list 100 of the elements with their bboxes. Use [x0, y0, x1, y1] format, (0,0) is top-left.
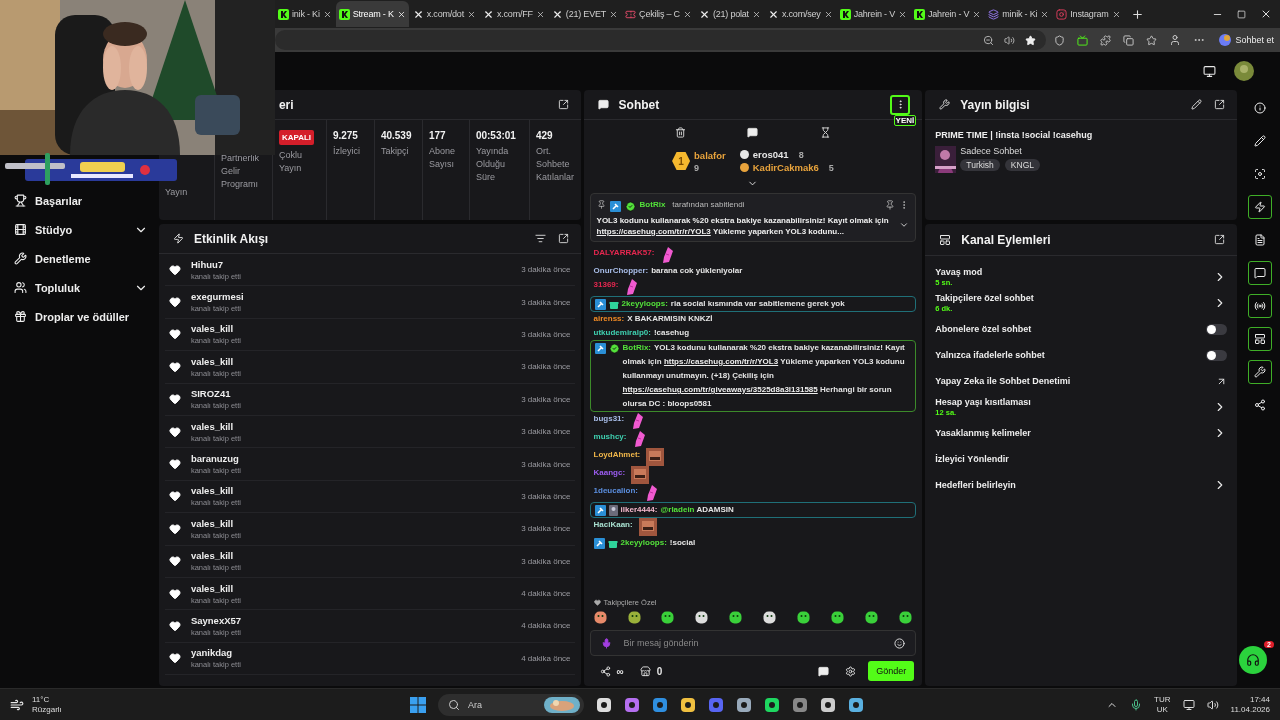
chat-message: 1deucalion:: [593, 484, 639, 497]
leader-count: 8: [798, 149, 804, 160]
stream-title: PRIME TIME | !insta !social !casehug: [935, 130, 1094, 140]
chat-link[interactable]: https://casehug.com/tr/giveaways/3525d8a3l131585: [622, 384, 818, 394]
follower-name: vales_kill: [190, 582, 235, 594]
rank-badge: 1: [672, 152, 691, 170]
points-value: ∞: [616, 665, 624, 677]
send-button[interactable]: Gönder: [868, 661, 915, 681]
leader-name: eros041: [752, 149, 789, 160]
status-badge: KAPALI: [278, 130, 315, 145]
chat-message: Kaangc:: [593, 466, 627, 479]
event-time: 3 dakika önce: [521, 491, 571, 501]
follower-name: SaynexX57: [190, 615, 243, 626]
panel-title: Etkinlik Akışı: [193, 231, 269, 246]
browser-tab[interactable]: inik - Ki: [275, 1, 335, 27]
event-time: 4 dakika önce: [521, 589, 571, 599]
panel-title: Sohbet: [618, 97, 660, 112]
channel-action[interactable]: İzleyici Yönlendir: [935, 446, 1228, 472]
chat-link[interactable]: https://casehug.com/tr/r/YOL3: [663, 356, 779, 366]
browser-tab[interactable]: x.com/FF: [479, 1, 548, 27]
browser-tab[interactable]: (21) polat: [695, 1, 764, 27]
new-badge: YENİ: [893, 115, 917, 126]
follower-name: baranuzug: [190, 453, 240, 465]
channel-action[interactable]: Yalnızca ifadelerle sohbet: [935, 342, 1228, 368]
chat-message: 31369:: [593, 278, 620, 291]
keyboard-layout[interactable]: UK: [1156, 704, 1168, 715]
follower-name: vales_kill: [190, 485, 235, 497]
follower-name: yanikdag: [190, 647, 234, 659]
username[interactable]: BotRix: [639, 200, 666, 210]
event-time: 3 dakika önce: [521, 427, 571, 437]
browser-tab[interactable]: Stream - K: [335, 1, 409, 27]
chat-message: 2keyyloops: ria social kısmında var sabitlemene gerek yok: [621, 297, 846, 310]
panel-title: eri: [278, 97, 294, 112]
channel-action[interactable]: Yapay Zeka ile Sohbet Denetimi: [935, 368, 1228, 394]
language[interactable]: TUR: [1154, 694, 1171, 705]
channel-action[interactable]: Yasaklanmış kelimeler: [935, 420, 1228, 446]
message-input[interactable]: Bir mesaj gönderin: [621, 637, 885, 649]
follower-name: SIROZ41: [190, 388, 232, 400]
stat-value: 40.539: [380, 130, 413, 141]
chat-message: utkudemiralp0: !casehug: [593, 326, 690, 339]
leader-count: 9: [694, 162, 701, 173]
browser-tab[interactable]: x.com/dot: [409, 1, 479, 27]
event-time: 3 dakika önce: [521, 524, 571, 534]
sidebar-item[interactable]: Başarılar: [14, 186, 148, 215]
browser-tab[interactable]: x.com/sey: [764, 1, 836, 27]
stat-value: 00:53:01: [475, 130, 517, 141]
chat-message: mushcy:: [593, 430, 628, 443]
follower-name: vales_kill: [190, 420, 235, 432]
chat-link[interactable]: https://casehug.com/tr/r/YOL3: [596, 226, 711, 236]
browser-tab[interactable]: minik - Ki: [985, 1, 1053, 27]
temperature: 11°C: [32, 694, 50, 705]
stat-label: İzleyici: [332, 145, 361, 158]
chat-message: LoydAhmet:: [593, 448, 642, 461]
copilot-button[interactable]: Sohbet et: [1213, 34, 1280, 46]
message-field[interactable]: Bir mesaj gönderin: [589, 630, 917, 656]
follower-name: vales_kill: [190, 355, 235, 367]
event-time: 4 dakika önce: [521, 621, 571, 631]
tag[interactable]: Turkish: [960, 159, 1000, 171]
leader-count: 5: [828, 162, 834, 173]
stat-value: 177: [428, 130, 447, 141]
clock-date[interactable]: 11.04.2026: [1230, 704, 1270, 715]
browser-tab[interactable]: (21) EVET: [548, 1, 622, 27]
pinned-text: YOL3 kodunu kullanarak %20 ekstra bakiye kazanabilirsiniz! Kayıt olmak için https://casehug.com/tr/r/YOL3 Yükleme yaparken YOL3 kodunu...: [596, 214, 890, 237]
event-time: 4 dakika önce: [521, 653, 571, 663]
sidebar-item[interactable]: Topluluk: [14, 273, 148, 302]
chat-message: DALYARRAK57:: [593, 246, 656, 259]
browser-tab[interactable]: Jahrein - V: [910, 1, 985, 27]
chat-message: HaciKaan:: [593, 518, 634, 531]
sidebar-item[interactable]: Denetleme: [14, 244, 148, 273]
leader-name: KadirCakmak6: [752, 162, 819, 173]
channel-action[interactable]: Abonelere özel sohbet: [935, 316, 1228, 342]
browser-tab[interactable]: Instagram: [1053, 1, 1124, 27]
stat-value: 429: [535, 130, 554, 141]
chat-message: airenss: X BAKARMISIN KNKZİ: [593, 312, 714, 325]
event-time: 3 dakika önce: [521, 329, 571, 339]
leader-name: balafor: [694, 149, 726, 161]
panel-title: Kanal Eylemleri: [961, 232, 1051, 247]
event-time: 3 dakika önce: [521, 362, 571, 372]
stat-label: Abone Sayısı: [428, 145, 456, 172]
chat-message: ilker4444: @rladein ADAMSIN: [620, 503, 735, 516]
search-field[interactable]: Ara: [438, 693, 584, 716]
stat-label: Partnerlik Gelir Programı: [220, 152, 260, 192]
event-time: 3 dakika önce: [521, 265, 571, 275]
sidebar-item[interactable]: Droplar ve ödüller: [14, 302, 148, 331]
category-name: Sadece Sohbet: [960, 146, 1023, 156]
clock-time[interactable]: 17:44: [1249, 694, 1270, 705]
chat-message: bugs31:: [593, 412, 626, 425]
sidebar-item[interactable]: Stüdyo: [14, 215, 148, 244]
tag[interactable]: KNGL: [1004, 159, 1040, 171]
stat-label: Yayın: [164, 186, 189, 199]
channel-action[interactable]: Hedefleri belirleyin: [935, 472, 1228, 498]
browser-tab[interactable]: Çekiliş – C: [622, 1, 695, 27]
event-time: 3 dakika önce: [521, 556, 571, 566]
event-time: 3 dakika önce: [521, 394, 571, 404]
browser-tab[interactable]: Jahrein - V: [836, 1, 910, 27]
stat-label: Ort. Sohbete Katılanlar: [535, 145, 575, 185]
weather-text: Rüzgarlı: [32, 704, 62, 715]
chat-message: 2keyyloops: !social: [620, 536, 697, 549]
event-time: 3 dakika önce: [521, 297, 571, 307]
follower-name: vales_kill: [190, 517, 235, 529]
